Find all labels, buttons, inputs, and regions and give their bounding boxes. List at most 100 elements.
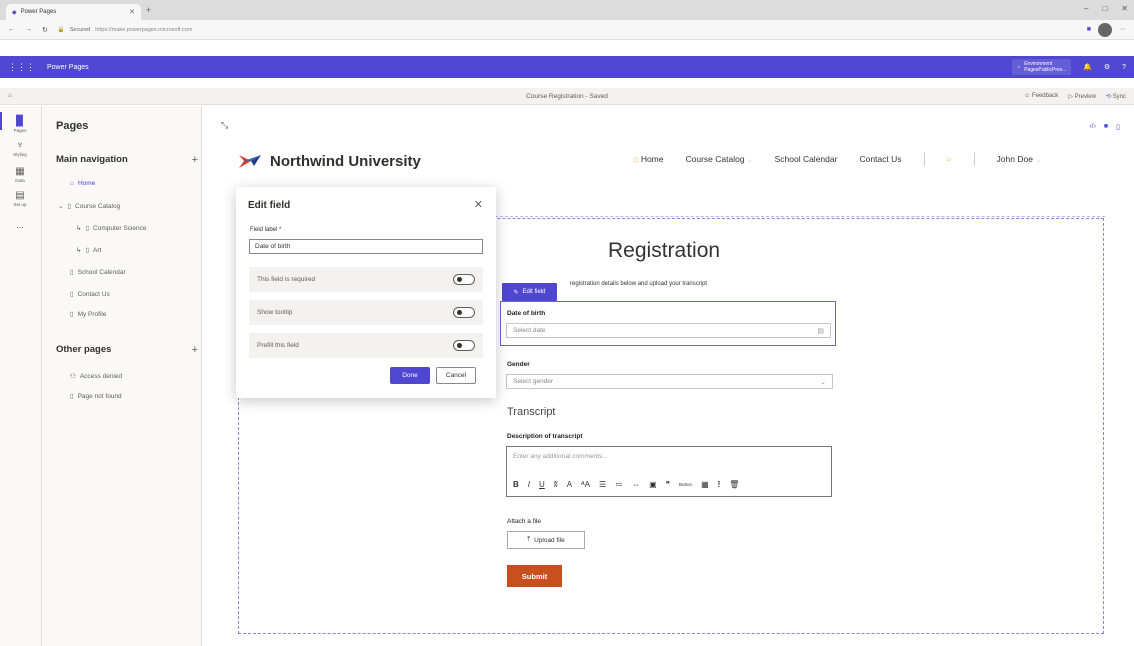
home-icon[interactable]: ⌂ (8, 93, 12, 99)
nav-item-contact-us[interactable]: ▯ Contact Us (70, 290, 110, 299)
app-header: ⋮⋮⋮ Power Pages ⌂ Environment PagesPubli… (0, 56, 1134, 78)
numbered-list-icon[interactable]: ≔ (615, 480, 623, 489)
cancel-button[interactable]: Cancel (436, 367, 476, 384)
page-not-found-icon: ▯ (70, 393, 74, 400)
url-text: https://make.powerpages.microsoft.com (95, 26, 193, 33)
nav-item-course-catalog[interactable]: ⌄ ▯ Course Catalog (58, 202, 120, 211)
upload-file-button[interactable]: ⤒ Upload file (507, 531, 585, 549)
form-title[interactable]: Registration (608, 239, 720, 263)
extension-icon[interactable]: ■ (1087, 26, 1091, 33)
other-pages-header: Other pages + (56, 344, 198, 356)
rail-item-setup[interactable]: ▤ Set up (5, 190, 35, 207)
browser-tab[interactable]: ◆ Power Pages ✕ (6, 4, 141, 20)
add-page-icon[interactable]: + (192, 154, 198, 166)
done-button[interactable]: Done (390, 367, 430, 384)
minimize-icon[interactable]: – (1084, 4, 1088, 13)
power-pages-favicon-icon: ◆ (12, 9, 17, 16)
site-logo[interactable]: Northwind University (238, 152, 421, 170)
app-launcher-icon[interactable]: ⋮⋮⋮ (8, 62, 35, 73)
bullet-list-icon[interactable]: ☰ (599, 480, 606, 489)
help-icon[interactable]: ? (1122, 64, 1126, 71)
dob-input[interactable]: Select date ▤ (506, 323, 831, 338)
highlight-icon[interactable]: ʬ (554, 480, 558, 489)
nav-divider (923, 152, 925, 166)
address-bar[interactable]: 🔒 Secured https://make.powerpages.micros… (58, 27, 193, 33)
site-nav-school-calendar[interactable]: School Calendar (775, 154, 838, 164)
site-nav-home[interactable]: ⌂ Home (633, 154, 664, 164)
nav-item-page-not-found[interactable]: ▯ Page not found (70, 392, 122, 401)
site-nav-user[interactable]: John Doe ⌄ (997, 154, 1041, 164)
mobile-view-icon[interactable]: ▯ (1116, 123, 1120, 131)
required-toggle[interactable] (453, 274, 475, 285)
browser-profile-avatar[interactable] (1098, 22, 1112, 37)
nav-item-home[interactable]: ⌂ Home (70, 180, 95, 187)
delete-icon[interactable]: 🗑 (729, 480, 739, 489)
rail-item-styling[interactable]: ♆ Styling (5, 140, 35, 157)
gender-select[interactable]: Select gender ⌄ (506, 374, 833, 389)
sync-button[interactable]: ⟲ Sync (1106, 93, 1126, 100)
styling-icon: ♆ (16, 140, 24, 151)
quote-icon[interactable]: ❞ (666, 480, 670, 489)
image-icon[interactable]: ▣ (649, 480, 657, 489)
maximize-icon[interactable]: □ (1102, 4, 1107, 13)
lock-icon: 🔒 (57, 26, 65, 33)
rail-item-pages[interactable]: ▉ Pages (5, 116, 35, 133)
nav-item-access-denied[interactable]: ⚇ Access denied (70, 372, 122, 381)
new-tab-icon[interactable]: + (146, 5, 151, 15)
nav-item-art[interactable]: ↳ ▯ Art (76, 246, 101, 255)
submit-button[interactable]: Submit (507, 565, 562, 587)
bold-icon[interactable]: B (513, 480, 519, 489)
add-other-page-icon[interactable]: + (192, 344, 198, 356)
setup-icon: ▤ (15, 190, 25, 201)
close-tab-icon[interactable]: ✕ (129, 8, 135, 16)
settings-icon[interactable]: ⚙ (1104, 63, 1110, 71)
calendar-icon[interactable]: ▤ (817, 327, 824, 335)
form-subtitle[interactable]: registration details below and upload yo… (570, 281, 707, 287)
font-size-icon[interactable]: ᴬA (581, 480, 590, 489)
rail-more[interactable]: ... (5, 220, 35, 230)
browser-tab-strip: ◆ Power Pages ✕ + – □ ✕ (0, 0, 1134, 20)
back-icon[interactable]: ← (8, 26, 15, 33)
nav-item-my-profile[interactable]: ▯ My Profile (70, 310, 106, 319)
preview-icon: ▷ (1068, 93, 1073, 100)
table-icon[interactable]: ▦ (701, 480, 709, 489)
feedback-button[interactable]: ☺ Feedback (1024, 93, 1058, 99)
preview-button[interactable]: ▷ Preview (1068, 93, 1096, 100)
nav-item-school-calendar[interactable]: ▯ School Calendar (70, 268, 126, 277)
field-label-caption: Field label * (250, 227, 282, 233)
notifications-icon[interactable]: 🔔 (1083, 63, 1092, 71)
insert-button-tool[interactable]: Button (679, 482, 692, 487)
close-window-icon[interactable]: ✕ (1121, 4, 1128, 13)
chevron-down-icon[interactable]: ⌄ (58, 202, 63, 210)
site-nav-course-catalog[interactable]: Course Catalog ⌄ (686, 154, 753, 164)
underline-icon[interactable]: U (539, 480, 545, 489)
font-color-icon[interactable]: A (567, 480, 572, 489)
desktop-view-icon[interactable]: ■ (1104, 123, 1108, 131)
important-icon[interactable]: ! (718, 480, 721, 489)
canvas-tools: ‹/› ■ ▯ (1089, 123, 1120, 131)
environment-picker[interactable]: ⌂ Environment PagesPublicPrev... (1012, 59, 1072, 75)
required-toggle-row: This field is required (249, 267, 483, 292)
rail-item-data[interactable]: ▦ Data (5, 166, 35, 183)
site-nav-contact-us[interactable]: Contact Us (859, 154, 901, 164)
command-bar: ⌂ Course Registration - Saved ☺ Feedback… (0, 88, 1134, 105)
description-textarea[interactable]: Enter any additional comments... B I U ʬ… (506, 446, 832, 497)
collapse-panel-icon[interactable]: ⤡ (221, 120, 228, 131)
edit-field-chip[interactable]: ✎ Edit field (502, 283, 557, 301)
link-icon[interactable]: ⇔ (632, 480, 640, 489)
nav-divider (973, 152, 975, 166)
search-icon[interactable]: ⌕ (947, 154, 952, 165)
close-icon[interactable]: ✕ (474, 198, 483, 211)
nav-item-computer-science[interactable]: ↳ ▯ Computer Science (76, 224, 147, 233)
tooltip-toggle[interactable] (453, 307, 475, 318)
italic-icon[interactable]: I (528, 480, 530, 489)
prefill-toggle[interactable] (453, 340, 475, 351)
browser-menu-icon[interactable]: ··· (1119, 26, 1126, 33)
forward-icon[interactable]: → (25, 26, 32, 33)
code-icon[interactable]: ‹/› (1089, 123, 1096, 131)
chevron-down-icon: ⌄ (820, 378, 826, 386)
field-label-input[interactable]: Date of birth (249, 239, 483, 254)
page-icon: ▯ (70, 311, 74, 318)
refresh-icon[interactable]: ↻ (42, 26, 48, 34)
window-controls: – □ ✕ (1084, 4, 1128, 13)
